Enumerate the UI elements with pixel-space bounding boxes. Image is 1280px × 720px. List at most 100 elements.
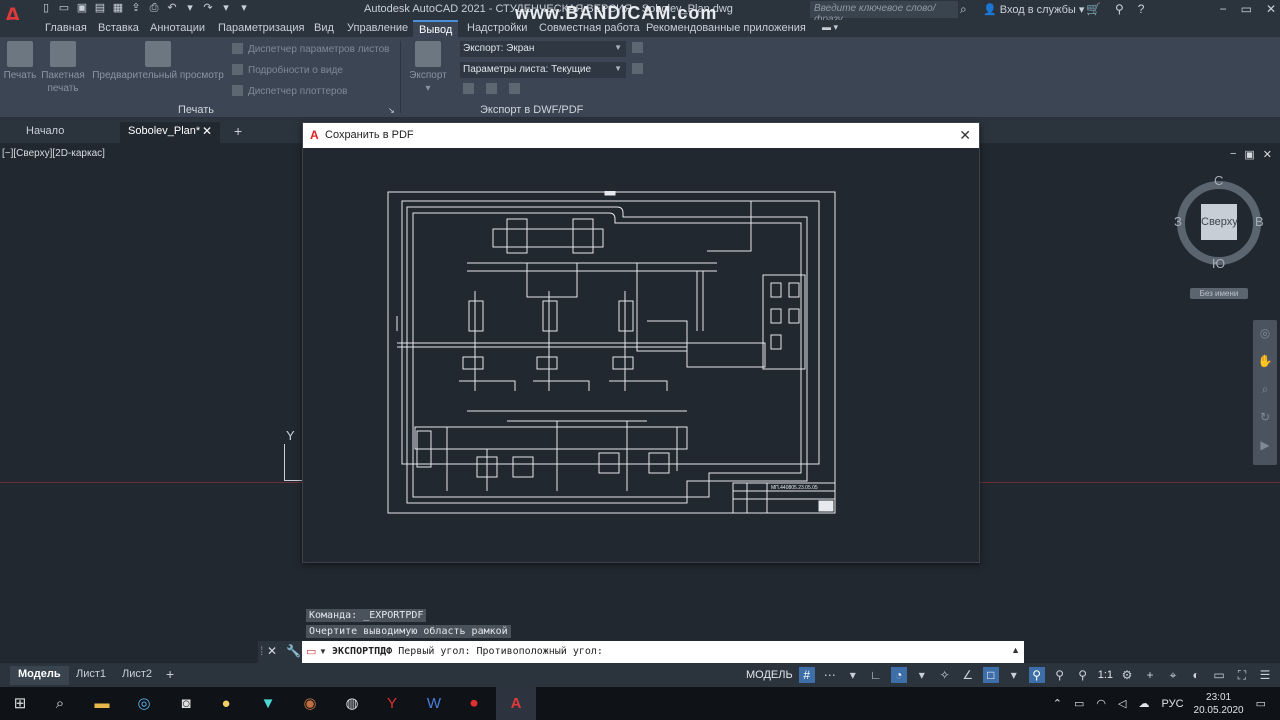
page-setup-override-icon[interactable] (632, 63, 648, 75)
new-file-icon[interactable]: ▯ (40, 2, 52, 15)
export-button[interactable]: Экспорт ▾ (406, 41, 450, 95)
dialog-close-icon[interactable]: ✕ (959, 123, 971, 148)
snap-dropdown-icon[interactable]: ▾ (845, 667, 861, 683)
clean-screen-icon[interactable]: ⛶ (1234, 667, 1250, 683)
publish-icon[interactable] (463, 83, 479, 95)
osnap-dropdown-icon[interactable]: ▾ (1006, 667, 1022, 683)
viewport-close-icon[interactable]: ✕ (1263, 148, 1272, 161)
workspace-gear-icon[interactable]: ⚙ (1119, 667, 1135, 683)
login-button[interactable]: 👤 Вход в службы ▾ (983, 3, 1084, 16)
tab-insert[interactable]: Вставка (98, 22, 139, 34)
steering-wheel-icon[interactable]: ◎ (1253, 326, 1277, 348)
file-explorer-icon[interactable]: ▬ (90, 692, 114, 716)
notifications-icon[interactable]: ▭ (1256, 697, 1266, 710)
ribbon-options-icon[interactable]: ▬ ▾ (822, 22, 838, 33)
undo-icon[interactable]: ↶ (166, 2, 178, 15)
cart-icon[interactable]: 🛒 (1086, 2, 1101, 16)
plot-icon[interactable]: ⎙ (148, 2, 160, 15)
new-tab-icon[interactable]: + (226, 120, 250, 141)
print-button[interactable]: Печать (3, 41, 37, 82)
command-prompt[interactable]: ЭКСПОРТПДФ Первый угол: Противоположный … (332, 646, 603, 657)
viewcube-top-face[interactable]: Сверху (1201, 204, 1238, 240)
viewport-minimize-icon[interactable]: − (1230, 148, 1236, 161)
annomonitor-icon[interactable]: + (1142, 667, 1158, 683)
app-icon-tool[interactable]: ◙ (174, 692, 198, 716)
customization-menu-icon[interactable]: ☰ (1257, 667, 1273, 683)
viewcube[interactable]: Сверху С Ю В З (1172, 173, 1266, 271)
osnap-tracking-icon[interactable]: ∠ (960, 667, 976, 683)
tab-model[interactable]: Модель (10, 666, 69, 685)
language-indicator[interactable]: РУС (1162, 698, 1184, 710)
tab-addins[interactable]: Надстройки (467, 22, 527, 34)
page-setup-manager-button[interactable]: Диспетчер параметров листов (232, 43, 389, 55)
showmotion-icon[interactable]: ▶ (1253, 438, 1277, 460)
annotation-visibility-icon[interactable]: ⚲ (1028, 667, 1045, 683)
search-input[interactable]: Введите ключевое слово/фразу (810, 1, 958, 25)
viewport-restore-icon[interactable]: ▣ (1244, 148, 1254, 161)
pan-icon[interactable]: ✋ (1253, 354, 1277, 376)
save-as-icon[interactable]: ▤ (94, 2, 106, 15)
polar-icon[interactable]: ◔ (890, 667, 907, 683)
panel-launcher-icon[interactable]: ↘ (388, 106, 395, 115)
redo-icon[interactable]: ↷ (202, 2, 214, 15)
grid-icon[interactable]: # (798, 667, 815, 683)
batch-print-button[interactable]: Пакетная печать (40, 41, 86, 95)
taskbar-search-icon[interactable]: ⌕ (48, 692, 72, 716)
osnap-icon[interactable]: □ (982, 667, 999, 683)
compass-west-label[interactable]: З (1174, 214, 1182, 229)
tab-collaborate[interactable]: Совместная работа (539, 22, 640, 34)
tab-view[interactable]: Вид (314, 22, 334, 34)
annotation-scale-icon[interactable]: ⚲ (1075, 667, 1091, 683)
open-file-icon[interactable]: ▭ (58, 2, 70, 15)
command-line[interactable]: ▭ ▼ ЭКСПОРТПДФ Первый угол: Противополож… (258, 641, 1024, 663)
compass-north-label[interactable]: С (1214, 173, 1223, 188)
battery-icon[interactable]: ▭ (1074, 697, 1084, 710)
export-icon[interactable]: ⇪ (130, 2, 142, 15)
onedrive-icon[interactable]: ☁ (1139, 697, 1150, 710)
batch-publish-icon[interactable] (486, 83, 502, 95)
tab-layout2[interactable]: Лист2 (114, 666, 160, 685)
preview-button[interactable]: Предварительный просмотр (90, 41, 226, 82)
yandex-browser-icon[interactable]: Y (380, 692, 404, 716)
export-combo[interactable]: Экспорт: Экран ▼ (460, 41, 626, 57)
zoom-icon[interactable]: ⌕ (1253, 382, 1277, 404)
app-icon-game[interactable]: ◉ (298, 692, 322, 716)
windows-start-icon[interactable]: ⊞ (8, 692, 32, 716)
drag-handle-icon[interactable]: ⁞ (260, 644, 263, 658)
search-icon[interactable]: ⌕ (960, 2, 967, 17)
tab-layout1[interactable]: Лист1 (68, 666, 114, 685)
redo-dropdown-icon[interactable]: ▾ (220, 2, 232, 15)
model-space-label[interactable]: МОДЕЛЬ (746, 669, 793, 681)
undo-dropdown-icon[interactable]: ▾ (184, 2, 196, 15)
word-icon[interactable]: W (422, 692, 446, 716)
customize-qat-icon[interactable]: ▾ (238, 2, 250, 15)
recent-commands-icon[interactable]: ▼ (319, 647, 327, 656)
command-history-toggle-icon[interactable]: ▲ (1011, 645, 1020, 655)
bandicam-icon[interactable]: ⏺ (462, 692, 486, 716)
app-icon-vpn[interactable]: ▼ (256, 692, 280, 716)
compass-east-label[interactable]: В (1255, 214, 1264, 229)
network-icon[interactable]: ◠ (1096, 697, 1106, 710)
close-command-line-icon[interactable]: ✕ (267, 644, 277, 658)
tab-output[interactable]: Вывод (413, 20, 459, 37)
taskbar-clock[interactable]: 23:01 20.05.2020 (1194, 691, 1244, 717)
orbit-icon[interactable]: ↻ (1253, 410, 1277, 432)
tab-home[interactable]: Главная (45, 22, 87, 34)
hardware-acceleration-icon[interactable]: ▭ (1211, 667, 1227, 683)
annotation-scale-value[interactable]: 1:1 (1098, 669, 1113, 681)
export-options-icon[interactable] (509, 83, 525, 95)
tab-annotate[interactable]: Аннотации (150, 22, 205, 34)
new-layout-icon[interactable]: + (158, 664, 182, 683)
tab-featured-apps[interactable]: Рекомендованные приложения (646, 22, 806, 34)
tab-manage[interactable]: Управление (347, 22, 408, 34)
viewport-controls-label[interactable]: [−][Сверху][2D-каркас] (2, 148, 105, 159)
isodraft-icon[interactable]: ✧ (937, 667, 953, 683)
maximize-icon[interactable]: ▭ (1241, 2, 1252, 16)
drawing-preview[interactable]: МП.440805.23.05.05 (387, 191, 837, 515)
export-settings-icon[interactable] (632, 42, 648, 54)
snap-icon[interactable]: ⋯ (822, 667, 838, 683)
help-icon[interactable]: ? (1138, 2, 1145, 16)
view-details-button[interactable]: Подробности о виде (232, 64, 343, 76)
auto-scale-icon[interactable]: ⚲ (1052, 667, 1068, 683)
tab-drawing[interactable]: Sobolev_Plan* ✕ (120, 122, 220, 143)
